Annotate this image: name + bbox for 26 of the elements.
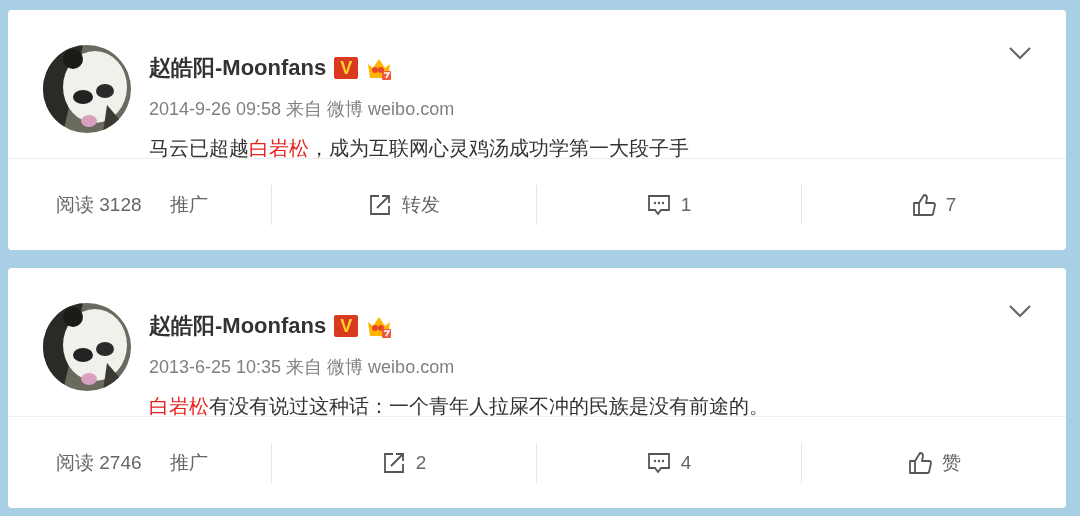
post-meta: 2013-6-25 10:35 来自 微博 weibo.com (149, 356, 456, 379)
promote-link[interactable]: 推广 (169, 449, 208, 476)
comment-icon (646, 451, 671, 474)
chevron-down-icon[interactable] (1008, 46, 1032, 60)
author-name[interactable]: 赵皓阳-Moonfans (149, 53, 327, 83)
verified-badge: V (334, 57, 359, 79)
promote-link[interactable]: 推广 (169, 191, 208, 218)
repost-button[interactable]: 2 (381, 450, 427, 475)
thumbs-up-icon (907, 450, 932, 475)
thumbs-up-icon (911, 192, 936, 217)
post-text: 白岩松有没有说过这种话：一个青年人拉屎不冲的民族是没有前途的。 (149, 394, 769, 419)
comment-icon (646, 193, 671, 216)
chevron-down-icon[interactable] (1008, 304, 1032, 318)
post-text: 马云已超越白岩松，成为互联网心灵鸡汤成功学第一大段子手 (149, 136, 689, 161)
comment-button[interactable]: 4 (646, 451, 692, 474)
share-icon (368, 192, 392, 217)
read-count: 阅读 3128 (56, 192, 142, 217)
like-button[interactable]: 7 (911, 192, 957, 217)
repost-button[interactable]: 转发 (368, 191, 440, 218)
post-meta: 2014-9-26 09:58 来自 微博 weibo.com (149, 98, 456, 121)
share-icon (381, 450, 406, 475)
read-count: 阅读 2746 (56, 450, 142, 475)
author-name[interactable]: 赵皓阳-Moonfans (149, 311, 327, 341)
verified-badge: V (334, 315, 359, 337)
comment-button[interactable]: 1 (646, 193, 692, 216)
like-button[interactable]: 赞 (907, 449, 961, 476)
